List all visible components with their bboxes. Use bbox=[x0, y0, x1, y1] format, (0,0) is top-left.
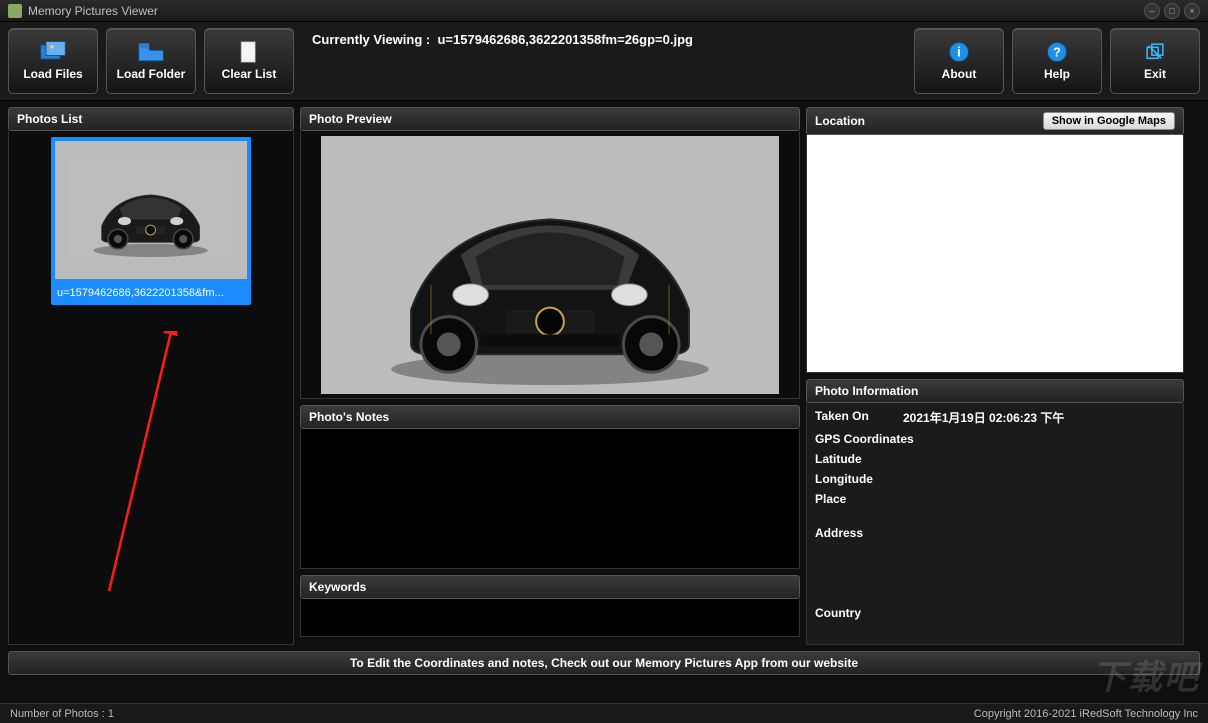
photos-icon bbox=[39, 41, 67, 63]
photo-preview-body bbox=[300, 131, 800, 399]
taken-on-label: Taken On bbox=[815, 409, 885, 426]
preview-image bbox=[321, 136, 779, 394]
statusbar: Number of Photos : 1 Copyright 2016-2021… bbox=[0, 703, 1208, 723]
content-area: Photos List bbox=[0, 101, 1208, 645]
place-label: Place bbox=[815, 492, 846, 506]
photos-list-body[interactable]: u=1579462686,3622201358&fm... bbox=[8, 131, 294, 645]
country-label: Country bbox=[815, 606, 861, 620]
map-area[interactable] bbox=[806, 135, 1184, 373]
info-longitude: Longitude bbox=[815, 472, 1175, 486]
annotation-arrow bbox=[99, 331, 279, 621]
gps-label: GPS Coordinates bbox=[815, 432, 914, 446]
minimize-button[interactable]: – bbox=[1144, 3, 1160, 19]
titlebar: Memory Pictures Viewer – □ × bbox=[0, 0, 1208, 22]
toolbar: Load Files Load Folder Clear List Curren… bbox=[0, 22, 1208, 101]
about-button[interactable]: i About bbox=[914, 28, 1004, 94]
footer-website-link[interactable]: To Edit the Coordinates and notes, Check… bbox=[8, 651, 1200, 675]
load-folder-label: Load Folder bbox=[117, 67, 186, 81]
location-header: Location Show in Google Maps bbox=[806, 107, 1184, 135]
photo-information-header: Photo Information bbox=[806, 379, 1184, 403]
clear-list-button[interactable]: Clear List bbox=[204, 28, 294, 94]
currently-viewing-file: u=1579462686,3622201358fm=26gp=0.jpg bbox=[437, 32, 693, 47]
location-panel: Location Show in Google Maps bbox=[806, 107, 1184, 373]
help-label: Help bbox=[1044, 67, 1070, 81]
help-icon: ? bbox=[1043, 41, 1071, 63]
photo-information-title: Photo Information bbox=[815, 384, 918, 398]
keywords-header: Keywords bbox=[300, 575, 800, 599]
clear-list-label: Clear List bbox=[222, 67, 277, 81]
svg-text:?: ? bbox=[1053, 46, 1061, 60]
thumbnail-image bbox=[55, 141, 247, 279]
middle-column: Photo Preview bbox=[300, 107, 800, 645]
photo-preview-header: Photo Preview bbox=[300, 107, 800, 131]
svg-text:i: i bbox=[957, 44, 961, 60]
car-preview-icon bbox=[321, 136, 779, 394]
photos-list-panel: Photos List bbox=[8, 107, 294, 645]
exit-button[interactable]: Exit bbox=[1110, 28, 1200, 94]
currently-viewing-label: Currently Viewing : bbox=[312, 32, 430, 47]
app-icon bbox=[8, 4, 22, 18]
thumbnail-selected[interactable]: u=1579462686,3622201358&fm... bbox=[51, 137, 251, 305]
show-in-google-maps-button[interactable]: Show in Google Maps bbox=[1043, 112, 1175, 130]
right-column: Location Show in Google Maps Photo Infor… bbox=[806, 107, 1184, 645]
photos-notes-header: Photo's Notes bbox=[300, 405, 800, 429]
info-latitude: Latitude bbox=[815, 452, 1175, 466]
load-files-button[interactable]: Load Files bbox=[8, 28, 98, 94]
load-files-label: Load Files bbox=[23, 67, 82, 81]
taken-on-value: 2021年1月19日 02:06:23 下午 bbox=[903, 409, 1064, 426]
blank-page-icon bbox=[235, 41, 263, 63]
copyright: Copyright 2016-2021 iRedSoft Technology … bbox=[974, 708, 1198, 720]
photos-notes-panel: Photo's Notes bbox=[300, 405, 800, 569]
address-label: Address bbox=[815, 526, 863, 540]
photos-list-header: Photos List bbox=[8, 107, 294, 131]
exit-label: Exit bbox=[1144, 67, 1166, 81]
keywords-body[interactable] bbox=[300, 599, 800, 637]
latitude-label: Latitude bbox=[815, 452, 862, 466]
folder-icon bbox=[137, 41, 165, 63]
car-icon bbox=[69, 151, 232, 268]
info-address: Address bbox=[815, 526, 1175, 540]
load-folder-button[interactable]: Load Folder bbox=[106, 28, 196, 94]
longitude-label: Longitude bbox=[815, 472, 873, 486]
help-button[interactable]: ? Help bbox=[1012, 28, 1102, 94]
photos-notes-title: Photo's Notes bbox=[309, 410, 389, 424]
info-gps: GPS Coordinates bbox=[815, 432, 1175, 446]
info-place: Place bbox=[815, 492, 1175, 506]
location-title: Location bbox=[815, 114, 865, 128]
photo-preview-panel: Photo Preview bbox=[300, 107, 800, 399]
photo-information-body: Taken On 2021年1月19日 02:06:23 下午 GPS Coor… bbox=[806, 403, 1184, 645]
info-country: Country bbox=[815, 606, 1175, 620]
keywords-title: Keywords bbox=[309, 580, 366, 594]
photo-information-panel: Photo Information Taken On 2021年1月19日 02… bbox=[806, 379, 1184, 645]
photos-notes-body[interactable] bbox=[300, 429, 800, 569]
photo-count: Number of Photos : 1 bbox=[10, 708, 114, 720]
photos-list-title: Photos List bbox=[17, 112, 82, 126]
window-title: Memory Pictures Viewer bbox=[28, 4, 1144, 18]
maximize-button[interactable]: □ bbox=[1164, 3, 1180, 19]
currently-viewing: Currently Viewing : u=1579462686,3622201… bbox=[302, 28, 906, 94]
keywords-panel: Keywords bbox=[300, 575, 800, 637]
exit-icon bbox=[1141, 41, 1169, 63]
info-icon: i bbox=[945, 41, 973, 63]
close-button[interactable]: × bbox=[1184, 3, 1200, 19]
info-taken-on: Taken On 2021年1月19日 02:06:23 下午 bbox=[815, 409, 1175, 426]
about-label: About bbox=[942, 67, 977, 81]
thumbnail-filename: u=1579462686,3622201358&fm... bbox=[55, 279, 247, 301]
photo-preview-title: Photo Preview bbox=[309, 112, 392, 126]
